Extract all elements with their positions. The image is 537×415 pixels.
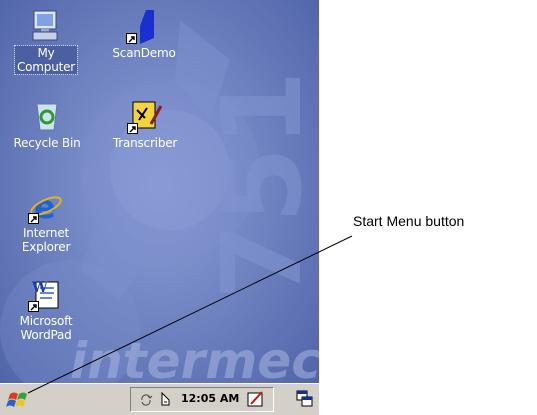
callout-label: Start Menu button bbox=[353, 213, 465, 229]
callout-line bbox=[27, 235, 353, 394]
